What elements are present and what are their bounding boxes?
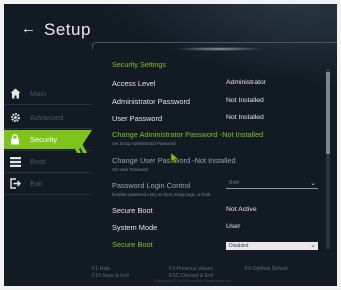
home-icon	[9, 88, 21, 100]
chevron-down-icon: ⌄	[310, 242, 316, 249]
page-title: Setup	[44, 20, 91, 39]
secure-boot-select[interactable]: Disabled ⌄	[226, 242, 318, 250]
sidebar-item-advanced[interactable]: Advanced	[4, 108, 92, 127]
optimal-default-hint: F9-Optimal Default	[245, 266, 288, 272]
user-password-value: Not Installed	[226, 114, 264, 121]
exit-icon	[9, 178, 21, 190]
system-mode-value: User	[226, 223, 241, 230]
access-level-label: Access Level	[112, 79, 156, 88]
system-mode-row: System Mode User	[112, 223, 334, 237]
bios-setup-screen: ← Setup Main Advanced Security Boot Exit…	[4, 4, 337, 286]
mouse-cursor-icon	[170, 152, 180, 164]
password-login-control-row: Password Login Control Both ⌄ Enables pa…	[112, 180, 334, 197]
sidebar-item-boot[interactable]: Boot	[4, 152, 92, 171]
copyright-text: Copyright (C) 2019 American Megatrends, …	[154, 279, 233, 283]
password-login-control-select[interactable]: Both ⌄	[226, 180, 318, 189]
previous-values-hint: F3-Previous Values	[169, 266, 214, 272]
secure-boot-control-row: Secure Boot Disabled ⌄	[112, 240, 334, 254]
admin-password-row: Administrator Password Not Installed	[112, 97, 334, 111]
password-login-control-hint: Enables password entry on boot, setup pa…	[112, 192, 212, 197]
chevron-down-icon: ⌄	[310, 180, 316, 187]
sidebar-item-label: Boot	[30, 157, 46, 166]
divider	[4, 194, 92, 195]
user-password-label: User Password	[112, 114, 163, 123]
secure-boot-control-label: Secure Boot	[112, 240, 153, 249]
section-title: Security Settings	[112, 60, 166, 69]
sidebar-item-label: Main	[30, 89, 47, 98]
sidebar-item-label: Security	[30, 135, 58, 144]
help-hint: F1-Help	[92, 266, 111, 272]
divider	[4, 104, 92, 105]
save-exit-hint: F10-Save & Exit	[92, 273, 129, 279]
divider	[4, 128, 92, 129]
system-mode-label: System Mode	[112, 223, 158, 232]
admin-password-label: Administrator Password	[112, 97, 191, 106]
lock-icon	[9, 134, 21, 146]
secure-boot-status-value: Not Active	[226, 206, 257, 213]
change-admin-password-label: Change Administrator Password -Not Insta…	[112, 130, 264, 139]
sidebar-item-label: Advanced	[30, 113, 64, 122]
change-admin-password-item[interactable]: Change Administrator Password -Not Insta…	[112, 130, 334, 146]
sidebar-item-exit[interactable]: Exit	[4, 174, 92, 193]
secure-boot-status-row: Secure Boot Not Active	[112, 206, 334, 220]
select-value: Disabled	[229, 243, 249, 249]
access-level-value: Administrator	[226, 79, 267, 86]
change-admin-password-hint: Set Setup Administrator Password	[112, 141, 176, 146]
title-glow	[174, 47, 264, 51]
sidebar-item-main[interactable]: Main	[4, 84, 92, 103]
change-user-password-item[interactable]: Change User Password -Not Installed Set …	[112, 156, 334, 172]
back-arrow-icon[interactable]: ←	[21, 21, 36, 36]
secure-boot-status-label: Secure Boot	[112, 206, 153, 215]
scrollbar-thumb[interactable]	[326, 72, 330, 154]
password-login-control-label: Password Login Control	[112, 181, 191, 190]
user-password-row: User Password Not Installed	[112, 114, 334, 128]
select-value: Both	[229, 180, 240, 186]
list-icon	[9, 156, 21, 168]
sidebar-item-label: Exit	[30, 179, 43, 188]
access-level-row: Access Level Administrator	[112, 79, 334, 93]
gear-icon	[9, 112, 21, 124]
divider	[4, 172, 92, 173]
header: ← Setup	[4, 4, 337, 54]
admin-password-value: Not Installed	[226, 97, 264, 104]
change-user-password-hint: Set User Password	[112, 167, 148, 172]
